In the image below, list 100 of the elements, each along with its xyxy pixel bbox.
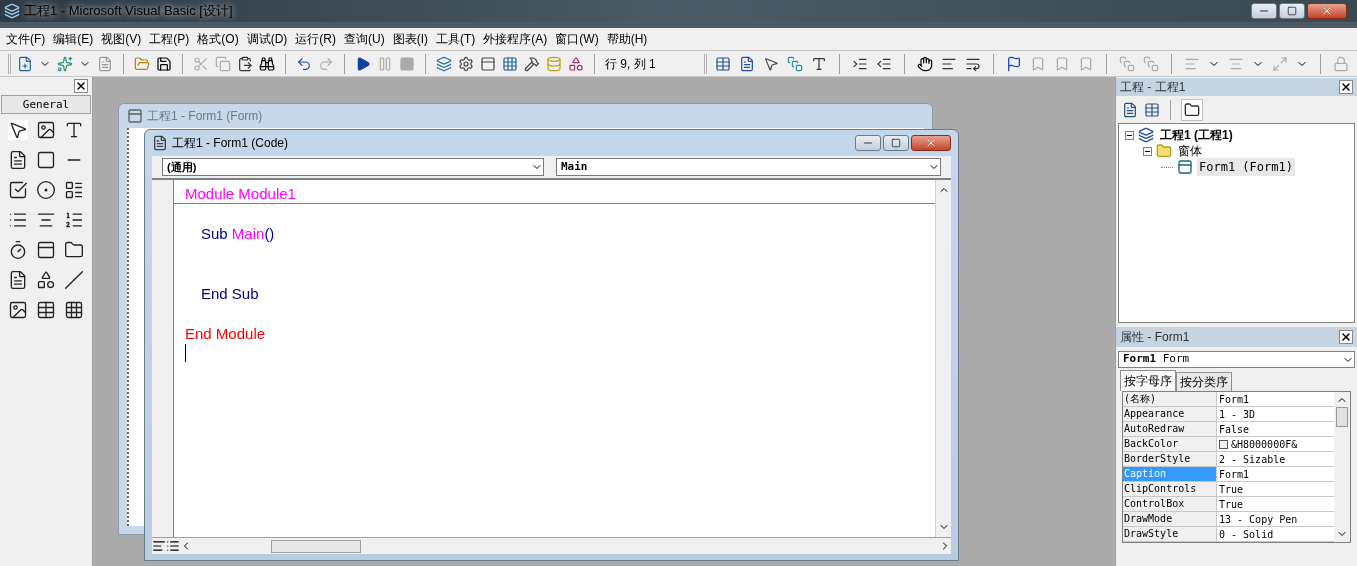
breakpoint-icon[interactable]: [917, 55, 933, 72]
panel-title: 属性 - Form1: [1120, 329, 1190, 346]
tab[interactable]: 按字母序: [1120, 370, 1176, 391]
close-icon[interactable]: [74, 79, 88, 93]
menu-item[interactable]: 外接程序(A): [479, 30, 552, 48]
menu-item[interactable]: 工具(T): [432, 30, 480, 48]
tab[interactable]: 按分类序: [1176, 372, 1232, 391]
start-icon[interactable]: [355, 55, 371, 72]
line-icon[interactable]: [64, 270, 84, 290]
list-properties-icon[interactable]: [715, 55, 731, 72]
maximize-button[interactable]: [1279, 3, 1305, 19]
window-title: 工程1 - Microsoft Visual Basic [设计]: [24, 2, 233, 21]
code-line: Sub Main(): [201, 225, 275, 242]
procedure-view-icon[interactable]: [152, 539, 166, 553]
minimize-button[interactable]: [1251, 3, 1277, 19]
timer-icon[interactable]: [8, 240, 28, 260]
view-object-icon[interactable]: [1144, 101, 1160, 118]
tree-item[interactable]: 工程1 (工程1): [1158, 126, 1235, 144]
option-button-icon[interactable]: [36, 180, 56, 200]
close-icon: [1321, 5, 1333, 17]
tree-item[interactable]: 窗体: [1176, 142, 1204, 160]
menu-item[interactable]: 运行(R): [291, 30, 340, 48]
list-constants-icon[interactable]: [739, 55, 755, 72]
toolbox-tab[interactable]: General: [1, 95, 91, 114]
undo-icon[interactable]: [296, 55, 312, 72]
code-line: End Module: [185, 325, 266, 342]
view-code-icon[interactable]: [1122, 101, 1138, 118]
code-line: Module Module1: [185, 185, 296, 202]
toolbox-icon[interactable]: [524, 55, 540, 72]
find-icon[interactable]: [259, 55, 275, 72]
complete-word-icon[interactable]: [811, 55, 827, 72]
drive-list-icon[interactable]: [36, 240, 56, 260]
menu-item[interactable]: 窗口(W): [551, 30, 603, 48]
expander-icon[interactable]: [1143, 146, 1152, 156]
shape-icon[interactable]: [36, 270, 56, 290]
parameter-info-icon[interactable]: [787, 55, 803, 72]
scroll-thumb[interactable]: [270, 539, 361, 553]
data-control-icon[interactable]: [36, 300, 56, 320]
menu-item[interactable]: 图表(I): [388, 30, 432, 48]
quick-info-icon[interactable]: [763, 55, 779, 72]
menu-item[interactable]: 工程(P): [145, 30, 194, 48]
close-button[interactable]: [911, 135, 951, 151]
maximize-icon: [891, 138, 901, 148]
label-icon[interactable]: [64, 120, 84, 140]
frame-icon[interactable]: [36, 150, 56, 170]
tree-item[interactable]: Form1 (Form1): [1197, 158, 1295, 176]
form-layout-icon[interactable]: [480, 55, 496, 72]
close-icon: [925, 137, 937, 149]
save-icon[interactable]: [156, 55, 172, 72]
component-manager-icon[interactable]: [568, 55, 584, 72]
project-explorer-icon[interactable]: [436, 55, 452, 72]
menu-item[interactable]: 格式(O): [193, 30, 243, 48]
ole-icon[interactable]: [64, 300, 84, 320]
image-icon[interactable]: [8, 300, 28, 320]
bookmark-icon[interactable]: [1006, 55, 1022, 72]
toggle-folders-button[interactable]: [1181, 98, 1203, 121]
text-cursor: [185, 344, 186, 362]
close-icon[interactable]: [1339, 330, 1353, 344]
open-icon[interactable]: [134, 55, 150, 72]
object-dropdown[interactable]: (通用): [162, 158, 544, 176]
file-list-icon[interactable]: [8, 270, 28, 290]
code-icon: [152, 135, 168, 151]
object-dropdown[interactable]: Form1 Form: [1118, 351, 1355, 368]
pointer-icon[interactable]: [8, 120, 28, 140]
scroll-thumb[interactable]: [1336, 407, 1348, 427]
menu-item[interactable]: 帮助(H): [602, 30, 652, 48]
menu-item[interactable]: 查询(U): [340, 30, 389, 48]
panel-title: 工程 - 工程1: [1120, 79, 1186, 96]
object-browser-icon[interactable]: [502, 55, 518, 72]
close-button[interactable]: [1307, 3, 1347, 19]
project-icon: [1138, 127, 1154, 143]
vertical-scroll-icon[interactable]: [64, 210, 84, 230]
close-icon[interactable]: [1339, 80, 1353, 94]
menu-item[interactable]: 文件(F): [2, 30, 50, 48]
window-title: 工程1 - Form1 (Code): [172, 135, 289, 152]
vertical-scrollbar[interactable]: [935, 180, 951, 537]
combo-box-icon[interactable]: [64, 180, 84, 200]
picture-box-icon[interactable]: [36, 120, 56, 140]
full-module-view-icon[interactable]: [166, 539, 180, 553]
folder-icon: [1184, 101, 1200, 118]
checkbox-icon[interactable]: [8, 180, 28, 200]
menu-item[interactable]: 编辑(E): [49, 30, 98, 48]
form-icon: [127, 108, 143, 124]
text-box-icon[interactable]: [8, 150, 28, 170]
add-form-icon[interactable]: [57, 55, 73, 72]
minimize-button[interactable]: [855, 135, 881, 151]
properties-window-icon[interactable]: [458, 55, 474, 72]
form-icon: [1177, 159, 1193, 175]
add-project-icon[interactable]: [17, 55, 33, 72]
app-icon: [4, 3, 20, 19]
menu-item[interactable]: 视图(V): [97, 30, 146, 48]
expander-icon[interactable]: [1125, 130, 1134, 140]
window-title: 工程1 - Form1 (Form): [147, 108, 263, 125]
menu-item[interactable]: 调试(D): [242, 30, 292, 48]
paste-icon[interactable]: [237, 55, 253, 72]
maximize-button[interactable]: [883, 135, 909, 151]
folder-icon[interactable]: [64, 240, 84, 260]
code-line: End Sub: [201, 285, 259, 302]
procedure-dropdown[interactable]: Main: [556, 158, 941, 176]
maximize-icon: [1287, 6, 1297, 16]
